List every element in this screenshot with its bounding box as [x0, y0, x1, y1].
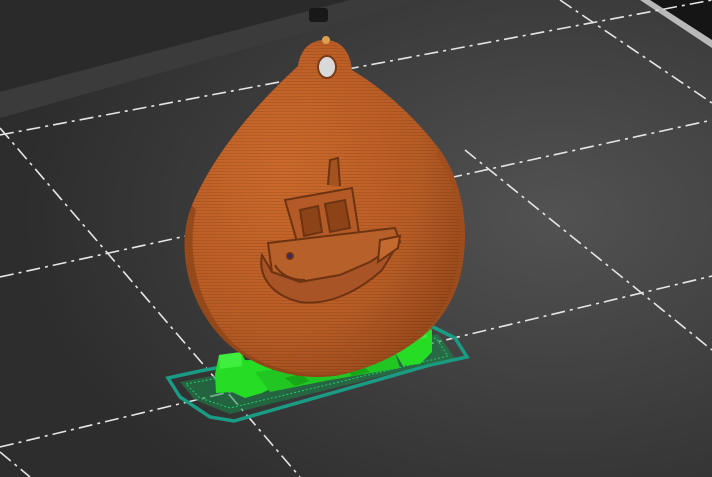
support-left-top: [219, 352, 242, 369]
benchy-porthole: [286, 252, 294, 260]
3d-preview-viewport[interactable]: [0, 0, 712, 477]
keyring-top-nub: [322, 36, 330, 44]
preview-scene[interactable]: [0, 0, 712, 477]
benchy-cabin-window: [298, 204, 324, 238]
bed-clip: [309, 8, 328, 22]
benchy-cabin-window2: [323, 198, 352, 234]
benchy-chimney: [327, 156, 341, 187]
